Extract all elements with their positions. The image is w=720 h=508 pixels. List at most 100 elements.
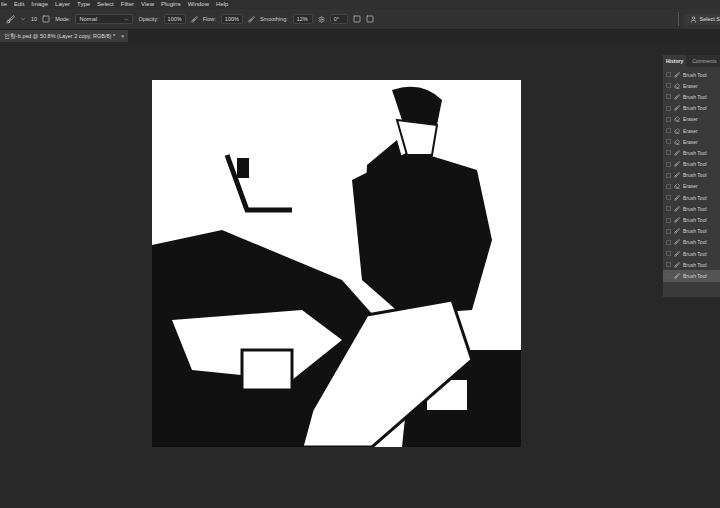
brush-icon [674,105,680,111]
snapshot-box[interactable] [666,173,671,178]
pressure-size-icon[interactable] [353,15,361,23]
brush-icon [674,251,680,257]
history-item[interactable]: Brush Tool [663,259,720,270]
menu-bar: ile Edit Image Layer Type Select Filter View Plu… [0,0,720,9]
brush-icon[interactable] [6,15,15,24]
brush-icon [674,94,680,100]
panel-tab[interactable]: History [663,55,686,67]
history-item[interactable]: Eraser [663,181,720,192]
history-item[interactable]: Brush Tool [663,103,720,114]
eraser-icon [674,128,680,134]
flow-field[interactable]: 100% [221,14,243,24]
history-item[interactable]: Brush Tool [663,237,720,248]
history-item[interactable]: Brush Tool [663,69,720,80]
menu-item[interactable]: Help [216,0,228,9]
workspace: HistoryCommentsBrush ToolEraserBrush Too… [0,42,720,508]
panel-tab[interactable]: Comments [689,55,719,67]
snapshot-box[interactable] [666,206,671,211]
symmetry-icon[interactable] [366,15,374,23]
eraser-icon [674,183,680,189]
brush-icon [674,217,680,223]
flow-label: Flow: [203,16,216,22]
brush-icon [674,273,680,279]
history-item[interactable]: Brush Tool [663,170,720,181]
brush-icon [674,72,680,78]
snapshot-box[interactable] [666,195,671,200]
photoshop-window: ile Edit Image Layer Type Select Filter View Plu… [0,0,720,508]
dropdown-icon[interactable] [20,16,26,22]
brush-icon [674,206,680,212]
eraser-icon [674,116,680,122]
snapshot-box[interactable] [666,83,671,88]
history-item[interactable]: Brush Tool [663,270,720,281]
snapshot-box[interactable] [666,229,671,234]
snapshot-box[interactable] [666,162,671,167]
history-panel: HistoryCommentsBrush ToolEraserBrush Too… [662,55,720,297]
snapshot-box[interactable] [666,150,671,155]
menu-item[interactable]: ile [1,0,7,9]
pressure-opacity-icon[interactable] [191,16,198,23]
history-item[interactable]: Brush Tool [663,226,720,237]
history-item[interactable]: Eraser [663,80,720,91]
brush-icon [674,262,680,268]
menu-item[interactable]: Type [77,0,90,9]
snapshot-box[interactable] [666,184,671,189]
snapshot-box[interactable] [666,117,671,122]
history-item[interactable]: Eraser [663,114,720,125]
snapshot-box[interactable] [666,106,671,111]
history-item[interactable]: Brush Tool [663,214,720,225]
mode-select[interactable]: Normal [75,14,133,24]
canvas-area[interactable] [0,42,662,508]
menu-item[interactable]: Window [188,0,209,9]
eraser-icon [674,139,680,145]
history-list: Brush ToolEraserBrush ToolBrush ToolEras… [663,67,720,282]
smoothing-label: Smoothing: [260,16,288,22]
history-item[interactable]: Brush Tool [663,248,720,259]
history-item[interactable]: Brush Tool [663,203,720,214]
snapshot-box[interactable] [666,139,671,144]
snapshot-box[interactable] [666,128,671,133]
menu-item[interactable]: Filter [121,0,134,9]
angle-field[interactable]: 0° [330,14,348,24]
brush-icon [674,172,680,178]
eraser-icon [674,83,680,89]
person-icon [690,16,697,23]
menu-item[interactable]: Edit [14,0,24,9]
snapshot-box[interactable] [666,273,671,278]
snapshot-box[interactable] [666,251,671,256]
menu-item[interactable]: Image [31,0,48,9]
opacity-field[interactable]: 100% [164,14,186,24]
brush-size[interactable]: 10 [31,16,37,22]
history-item[interactable]: Brush Tool [663,192,720,203]
history-item[interactable]: Brush Tool [663,159,720,170]
history-item[interactable]: Brush Tool [663,91,720,102]
snapshot-box[interactable] [666,240,671,245]
brush-icon [674,239,680,245]
document-tab[interactable]: 인형-b.psd @ 50.8% (Layer 2 copy, RGB/8) *… [0,30,128,42]
options-bar: 10 Mode: Normal Opacity: 100% Flow: 100% Smooth… [0,9,720,30]
brush-settings-icon[interactable] [42,15,50,23]
document-tab-bar: 인형-b.psd @ 50.8% (Layer 2 copy, RGB/8) *… [0,30,720,42]
gear-icon[interactable] [318,16,325,23]
brush-icon [674,195,680,201]
brush-icon [674,161,680,167]
opacity-label: Opacity: [138,16,158,22]
share-button[interactable]: Select S [684,14,720,25]
menu-item[interactable]: Layer [55,0,70,9]
menu-item[interactable]: Select [97,0,114,9]
history-item[interactable]: Eraser [663,136,720,147]
history-item[interactable]: Brush Tool [663,147,720,158]
history-item[interactable]: Eraser [663,125,720,136]
panel-tabs: HistoryComments [663,55,720,67]
artwork-canvas [152,80,521,447]
snapshot-box[interactable] [666,218,671,223]
snapshot-box[interactable] [666,262,671,267]
menu-item[interactable]: View [141,0,154,9]
mode-label: Mode: [55,16,70,22]
close-tab-button[interactable]: × [121,33,124,39]
airbrush-icon[interactable] [248,16,255,23]
snapshot-box[interactable] [666,94,671,99]
snapshot-box[interactable] [666,72,671,77]
smoothing-field[interactable]: 12% [293,14,313,24]
menu-item[interactable]: Plugins [161,0,181,9]
